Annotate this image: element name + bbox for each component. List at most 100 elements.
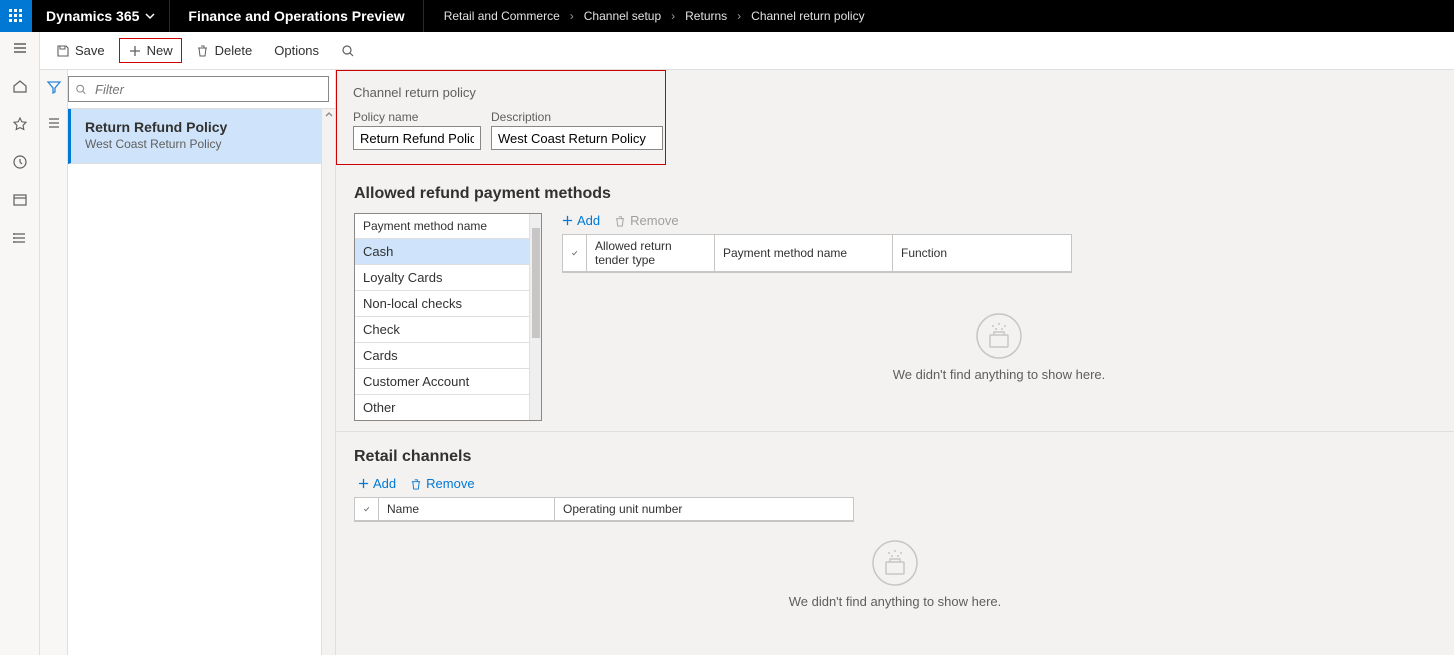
list-collapse-icon[interactable] xyxy=(41,110,67,136)
scrollbar[interactable] xyxy=(529,214,541,420)
remove-button[interactable]: Remove xyxy=(614,213,678,228)
lookup-item[interactable]: Customer Account xyxy=(355,368,529,394)
save-icon xyxy=(56,44,70,58)
plus-icon xyxy=(128,44,142,58)
search-icon xyxy=(341,44,355,58)
grid-col[interactable]: Name xyxy=(379,498,555,520)
grid-col[interactable]: Payment method name xyxy=(715,235,893,271)
hamburger-icon[interactable] xyxy=(10,38,30,58)
remove-label: Remove xyxy=(630,213,678,228)
save-label: Save xyxy=(75,43,105,58)
brand-switcher[interactable]: Dynamics 365 xyxy=(32,0,170,32)
options-label: Options xyxy=(274,43,319,58)
delete-button[interactable]: Delete xyxy=(188,39,261,62)
record-list-pane: Return Refund Policy West Coast Return P… xyxy=(68,70,336,655)
description-label: Description xyxy=(491,110,663,124)
home-icon[interactable] xyxy=(10,76,30,96)
policy-name-label: Policy name xyxy=(353,110,481,124)
add-label: Add xyxy=(373,476,396,491)
breadcrumb-item[interactable]: Channel return policy xyxy=(751,9,864,23)
retail-toolbar: Add Remove xyxy=(358,476,1436,491)
save-button[interactable]: Save xyxy=(48,39,113,62)
lookup-item[interactable]: Other xyxy=(355,394,529,420)
grid-select-all[interactable] xyxy=(563,235,587,271)
modules-icon[interactable] xyxy=(10,228,30,248)
new-button[interactable]: New xyxy=(119,38,182,63)
list-side-toolbar xyxy=(40,70,68,655)
chevron-right-icon: › xyxy=(570,9,574,23)
star-icon[interactable] xyxy=(10,114,30,134)
list-filter[interactable] xyxy=(68,76,329,102)
description-input[interactable] xyxy=(491,126,663,150)
delete-label: Delete xyxy=(215,43,253,58)
allowed-toolbar: Add Remove xyxy=(562,213,1436,228)
module-label: Finance and Operations Preview xyxy=(188,8,404,24)
command-bar: Save New Delete Options xyxy=(40,32,1454,70)
retail-empty-state: We didn't find anything to show here. xyxy=(505,540,1285,609)
brand-label: Dynamics 365 xyxy=(46,8,139,24)
retail-channels-section: Retail channels Add Remove xyxy=(336,431,1454,609)
lookup-item[interactable]: Check xyxy=(355,316,529,342)
empty-icon xyxy=(976,313,1022,359)
remove-label: Remove xyxy=(426,476,474,491)
options-button[interactable]: Options xyxy=(266,39,327,62)
add-button[interactable]: Add xyxy=(562,213,600,228)
scrollbar[interactable] xyxy=(321,109,335,655)
empty-icon xyxy=(872,540,918,586)
allowed-grid: Allowed return tender type Payment metho… xyxy=(562,234,1072,273)
app-launcher[interactable] xyxy=(0,0,32,32)
chevron-right-icon: › xyxy=(737,9,741,23)
check-icon xyxy=(571,247,578,259)
filter-input[interactable] xyxy=(93,81,322,98)
recent-icon[interactable] xyxy=(10,152,30,172)
list-item-title: Return Refund Policy xyxy=(85,119,307,135)
list-item-subtitle: West Coast Return Policy xyxy=(85,137,307,151)
trash-icon xyxy=(196,44,210,58)
chevron-down-icon xyxy=(145,11,155,21)
search-icon xyxy=(75,83,87,96)
add-button[interactable]: Add xyxy=(358,476,396,491)
policy-name-field: Policy name xyxy=(353,110,481,150)
breadcrumb-item[interactable]: Returns xyxy=(685,9,727,23)
lookup-item[interactable]: Cards xyxy=(355,342,529,368)
nav-rail xyxy=(0,32,40,655)
new-label: New xyxy=(147,43,173,58)
allowed-empty-state: We didn't find anything to show here. xyxy=(719,313,1279,382)
allowed-heading: Allowed refund payment methods xyxy=(354,185,1436,203)
remove-button[interactable]: Remove xyxy=(410,476,474,491)
grid-col[interactable]: Allowed return tender type xyxy=(587,235,715,271)
chevron-right-icon: › xyxy=(671,9,675,23)
lookup-item[interactable]: Loyalty Cards xyxy=(355,264,529,290)
workspaces-icon[interactable] xyxy=(10,190,30,210)
description-field: Description xyxy=(491,110,663,150)
trash-icon xyxy=(410,478,422,490)
allowed-refund-section: Allowed refund payment methods Payment m… xyxy=(336,165,1454,421)
form-section-label: Channel return policy xyxy=(353,85,649,100)
empty-text: We didn't find anything to show here. xyxy=(789,594,1002,609)
lookup-item[interactable]: Non-local checks xyxy=(355,290,529,316)
grid-col[interactable]: Function xyxy=(893,235,1071,271)
app-header: Dynamics 365 Finance and Operations Prev… xyxy=(0,0,1454,32)
breadcrumb: Retail and Commerce › Channel setup › Re… xyxy=(424,9,865,23)
breadcrumb-item[interactable]: Channel setup xyxy=(584,9,661,23)
lookup-header: Payment method name xyxy=(355,214,529,238)
lookup-item[interactable]: Cash xyxy=(355,238,529,264)
empty-text: We didn't find anything to show here. xyxy=(893,367,1106,382)
filter-icon[interactable] xyxy=(41,74,67,100)
form-detail: Channel return policy Policy name Descri… xyxy=(336,70,1454,655)
check-icon xyxy=(363,503,370,515)
grid-col[interactable]: Operating unit number xyxy=(555,498,853,520)
waffle-icon xyxy=(8,8,24,24)
trash-icon xyxy=(614,215,626,227)
list-item[interactable]: Return Refund Policy West Coast Return P… xyxy=(68,109,321,164)
add-label: Add xyxy=(577,213,600,228)
retail-heading: Retail channels xyxy=(354,448,1436,466)
payment-method-lookup[interactable]: Payment method name Cash Loyalty Cards N… xyxy=(354,213,542,421)
policy-name-input[interactable] xyxy=(353,126,481,150)
breadcrumb-item[interactable]: Retail and Commerce xyxy=(444,9,560,23)
workspace: Save New Delete Options xyxy=(40,32,1454,655)
grid-select-all[interactable] xyxy=(355,498,379,520)
chevron-up-icon xyxy=(324,109,334,119)
find-button[interactable] xyxy=(333,40,363,62)
form-header-block: Channel return policy Policy name Descri… xyxy=(336,70,666,165)
